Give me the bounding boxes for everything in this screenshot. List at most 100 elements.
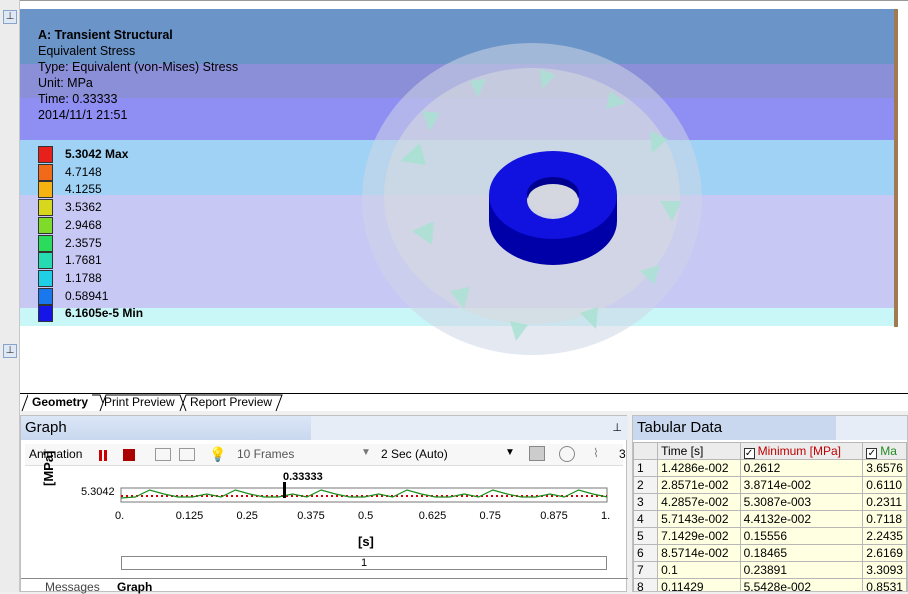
table-cell: 7.1429e-002 <box>657 527 741 545</box>
col-time[interactable]: Time [s] <box>657 442 741 460</box>
frames-select[interactable]: 10 Frames <box>237 447 294 461</box>
table-cell: 4.2857e-002 <box>657 493 741 511</box>
x-tick: 0.125 <box>175 510 204 522</box>
legend-swatch <box>38 163 53 181</box>
result-line: Time: 0.33333 <box>38 92 118 106</box>
tabular-panel-header: Tabular Data <box>633 416 907 440</box>
waveform-icon[interactable]: ⌇ <box>593 446 599 460</box>
table-cell: 5.5428e-002 <box>739 578 864 591</box>
table-cell: 3.8714e-002 <box>739 476 864 494</box>
table-row[interactable]: 7 0.1 0.23891 3.3093 <box>633 561 907 579</box>
graph-panel: Graph ⊥ Animation 💡 10 Frames ▼ 2 Sec (A… <box>20 415 628 594</box>
table-cell: 2.6169 <box>862 544 907 562</box>
table-row[interactable]: 2 2.8571e-002 3.8714e-002 0.6110 <box>633 476 907 494</box>
row-index: 5 <box>633 527 659 545</box>
legend-label: 1.7681 <box>65 253 102 268</box>
y-tick: 5.3042 <box>81 486 115 498</box>
x-tick: 0.25 <box>236 510 258 522</box>
table-cell: 1.4286e-002 <box>657 459 741 477</box>
chevron-down-icon[interactable]: ▼ <box>361 447 371 458</box>
table-cell: 3.3093 <box>862 561 907 579</box>
table-cell: 0.15556 <box>739 527 864 545</box>
frame-slider[interactable]: 1 <box>121 556 607 570</box>
tabular-data-panel: Tabular Data Time [s] ✓ Minimum [MPa] ✓ Ma… <box>632 415 908 592</box>
result-line: Type: Equivalent (von-Mises) Stress <box>38 60 239 74</box>
row-index: 7 <box>633 561 659 579</box>
table-cell: 0.7118 <box>862 510 907 528</box>
frames-icon-2[interactable] <box>179 448 195 461</box>
chevron-down-icon[interactable]: ▼ <box>505 447 515 458</box>
result-line: Equivalent Stress <box>38 44 136 58</box>
tabular-data-table: Time [s] ✓ Minimum [MPa] ✓ Ma 1 1.4286e-002… <box>633 442 907 591</box>
x-tick: 0. <box>115 510 125 522</box>
legend-label: 3.5362 <box>65 200 102 215</box>
legend-swatch <box>38 146 53 163</box>
legend-swatch <box>38 287 53 305</box>
table-cell: 8.5714e-002 <box>657 544 741 562</box>
pin-icon[interactable]: ⊥ <box>612 416 622 440</box>
x-tick: 1. <box>601 510 611 522</box>
gear-model <box>362 43 702 355</box>
legend-label: 0.58941 <box>65 288 109 303</box>
x-tick: 0.5 <box>358 510 374 522</box>
tab-report-preview[interactable]: Report Preview <box>186 394 276 411</box>
table-row[interactable]: 1 1.4286e-002 0.2612 3.6576 <box>633 459 907 477</box>
tabular-panel-title: Tabular Data <box>637 419 723 436</box>
result-header: A: Transient Structural Equivalent Stres… <box>38 27 238 123</box>
color-legend: 5.3042 Max 4.7148 4.1255 3.5362 2.9468 2.3575… <box>20 146 220 326</box>
result-line: Unit: MPa <box>38 76 93 90</box>
col-minimum[interactable]: ✓ Minimum [MPa] <box>739 442 864 460</box>
play-icon[interactable] <box>559 446 575 462</box>
table-cell: 5.7143e-002 <box>657 510 741 528</box>
table-cell: 4.4132e-002 <box>739 510 864 528</box>
lightbulb-icon[interactable]: 💡 <box>209 446 226 463</box>
graph-panel-title: Graph <box>25 419 67 436</box>
duration-select[interactable]: 2 Sec (Auto) <box>381 447 448 461</box>
x-axis-ticks: 0. 0.125 0.25 0.375 0.5 0.625 0.75 0.875 1. <box>21 510 628 526</box>
checkbox-icon[interactable]: ✓ <box>866 447 878 459</box>
checkbox-icon[interactable]: ✓ <box>743 447 755 459</box>
x-tick: 0.75 <box>479 510 501 522</box>
pin-icon[interactable]: ⊥ <box>3 10 17 24</box>
stop-icon[interactable] <box>123 449 135 461</box>
table-row[interactable]: 8 0.11429 5.5428e-002 0.8531 <box>633 578 907 591</box>
table-cell: 3.6576 <box>862 459 907 477</box>
col-maximum[interactable]: ✓ Ma <box>862 442 907 460</box>
table-cell: 5.3087e-003 <box>739 493 864 511</box>
legend-swatch <box>38 234 53 252</box>
table-row[interactable]: 3 4.2857e-002 5.3087e-003 0.2311 <box>633 493 907 511</box>
table-row[interactable]: 4 5.7143e-002 4.4132e-002 0.7118 <box>633 510 907 528</box>
x-axis-label: [s] <box>358 534 374 549</box>
table-header-row: Time [s] ✓ Minimum [MPa] ✓ Ma <box>633 442 907 460</box>
time-marker-label: 0.33333 <box>283 471 323 483</box>
legend-swatch <box>38 181 53 199</box>
frame-edge <box>894 9 898 327</box>
table-row[interactable]: 5 7.1429e-002 0.15556 2.2435 <box>633 527 907 545</box>
legend-label: 4.1255 <box>65 182 102 197</box>
legend-label: 1.1788 <box>65 270 102 285</box>
table-cell: 0.6110 <box>862 476 907 494</box>
result-line: 2014/11/1 21:51 <box>38 108 128 122</box>
table-cell: 2.2435 <box>862 527 907 545</box>
pin-icon-2[interactable]: ⊥ <box>3 344 17 358</box>
table-row[interactable]: 6 8.5714e-002 0.18465 2.6169 <box>633 544 907 562</box>
legend-label: 6.1605e-5 Min <box>65 306 144 321</box>
table-cell: 0.2311 <box>862 493 907 511</box>
x-tick: 0.875 <box>540 510 568 522</box>
legend-swatch <box>38 269 53 287</box>
x-tick: 0.375 <box>297 510 325 522</box>
table-cell: 0.1 <box>657 561 741 579</box>
export-icon[interactable] <box>529 446 545 461</box>
legend-label: 5.3042 Max <box>65 147 129 161</box>
graphics-viewport[interactable]: A: Transient Structural Equivalent Stres… <box>20 0 908 393</box>
tab-print-preview[interactable]: Print Preview <box>100 394 179 411</box>
legend-label: 2.3575 <box>65 235 102 250</box>
row-index: 6 <box>633 544 659 562</box>
frames-icon[interactable] <box>155 448 171 461</box>
legend-label: 2.9468 <box>65 217 102 232</box>
pause-icon[interactable] <box>99 450 102 461</box>
legend-swatch <box>38 216 53 234</box>
tab-geometry[interactable]: Geometry <box>28 394 93 411</box>
table-cell: 0.18465 <box>739 544 864 562</box>
legend-swatch <box>38 305 53 323</box>
